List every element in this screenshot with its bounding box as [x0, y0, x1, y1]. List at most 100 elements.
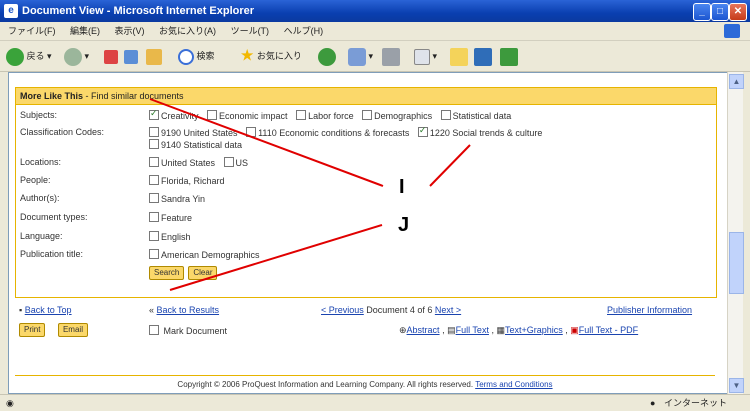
back-to-top-link[interactable]: ▪ Back to Top — [19, 305, 72, 315]
minimize-button[interactable]: _ — [693, 3, 711, 21]
abstract-link[interactable]: Abstract — [407, 325, 440, 335]
subject-option[interactable]: Demographics — [362, 110, 432, 121]
scroll-up-icon[interactable]: ▲ — [729, 74, 744, 89]
subjects-label: Subjects: — [20, 110, 58, 120]
home-icon — [146, 48, 162, 65]
back-button[interactable]: 戻る ▾ — [6, 46, 52, 66]
document-type-option[interactable]: Feature — [149, 212, 192, 223]
maximize-button[interactable]: □ — [711, 3, 729, 21]
title-bar: e Document View - Microsoft Internet Exp… — [0, 0, 750, 22]
email-button[interactable]: Email — [57, 323, 88, 337]
menu-edit[interactable]: 編集(E) — [70, 26, 100, 36]
menu-file[interactable]: ファイル(F) — [8, 26, 56, 36]
classification-option[interactable]: 1220 Social trends & culture — [417, 125, 542, 138]
folder-icon — [450, 47, 468, 66]
author-option[interactable]: Sandra Yin — [149, 193, 205, 204]
status-bar: ◉ ● インターネット — [0, 394, 750, 411]
search-submit-button[interactable]: Search — [149, 266, 185, 280]
vertical-scrollbar[interactable]: ▲ ▼ — [727, 72, 744, 394]
text-graphics-link[interactable]: Text+Graphics — [505, 325, 563, 335]
clear-button[interactable]: Clear — [188, 266, 218, 280]
terms-link[interactable]: Terms and Conditions — [475, 380, 552, 389]
pdf-icon: ▣ — [570, 325, 579, 335]
subject-option[interactable]: Statistical data — [440, 110, 511, 121]
subject-option[interactable]: Economic impact — [207, 110, 288, 121]
checkbox[interactable] — [149, 231, 159, 241]
panel-header: More Like This - Find similar documents — [16, 88, 716, 105]
checkbox[interactable] — [149, 193, 159, 203]
zone-text: インターネット — [664, 398, 728, 408]
scroll-down-icon[interactable]: ▼ — [729, 378, 744, 393]
checkbox[interactable] — [440, 110, 451, 120]
checkbox[interactable] — [149, 157, 159, 167]
location-option[interactable]: United States — [149, 157, 215, 168]
checkbox[interactable] — [149, 212, 159, 222]
document-types-label: Document types: — [20, 212, 88, 222]
next-link[interactable]: Next > — [435, 305, 461, 315]
document-count: Document 4 of 6 — [366, 305, 433, 315]
menu-view[interactable]: 表示(V) — [115, 26, 145, 36]
subject-option[interactable]: Labor force — [296, 110, 354, 121]
language-label: Language: — [20, 231, 63, 241]
search-button[interactable]: 検索 — [178, 46, 215, 66]
classification-option[interactable]: 9190 United States — [149, 127, 238, 138]
stop-button[interactable] — [104, 46, 118, 66]
full-text-pdf-link[interactable]: Full Text - PDF — [579, 325, 638, 335]
previous-link[interactable]: < Previous — [321, 305, 364, 315]
location-option[interactable]: US — [223, 157, 248, 168]
checkbox[interactable] — [149, 325, 159, 335]
text-graphics-icon: ▦ — [496, 325, 505, 335]
language-option[interactable]: English — [149, 231, 191, 242]
forward-button[interactable]: ▾ — [64, 46, 89, 66]
menu-favorites[interactable]: お気に入り(A) — [159, 26, 216, 36]
folder-button[interactable] — [450, 46, 468, 66]
copyright-text: Copyright © 2006 ProQuest Information an… — [177, 380, 474, 389]
mail-icon — [348, 47, 366, 66]
print-button[interactable]: Print — [19, 323, 46, 337]
history-icon — [318, 47, 336, 66]
mark-document-option[interactable]: Mark Document — [149, 325, 227, 336]
copyright-bar: Copyright © 2006 ProQuest Information an… — [15, 375, 715, 389]
checkbox[interactable] — [223, 157, 234, 167]
home-button[interactable] — [146, 46, 162, 66]
full-text-icon: ▤ — [447, 325, 456, 335]
close-button[interactable]: ✕ — [729, 3, 747, 21]
checkbox[interactable] — [296, 110, 307, 120]
edit-button[interactable]: ▾ — [414, 46, 437, 66]
stop-icon — [104, 49, 118, 64]
publication-option[interactable]: American Demographics — [149, 249, 260, 260]
classification-option[interactable]: 1110 Economic conditions & forecasts — [246, 127, 409, 138]
checkbox[interactable] — [246, 127, 257, 137]
classification-option[interactable]: 9140 Statistical data — [149, 139, 242, 150]
classification-options: 9190 United States 1110 Economic conditi… — [149, 125, 548, 138]
checkbox[interactable] — [149, 175, 159, 185]
checkbox[interactable] — [207, 110, 218, 120]
research-icon — [500, 47, 518, 66]
locations-options: United States US — [149, 157, 254, 168]
people-option[interactable]: Florida, Richard — [149, 175, 225, 186]
favorites-button[interactable]: ★ お気に入り — [240, 46, 302, 66]
scroll-thumb[interactable] — [729, 232, 744, 294]
back-to-results-link[interactable]: « Back to Results — [149, 305, 219, 315]
full-text-link[interactable]: Full Text — [456, 325, 489, 335]
checkbox[interactable] — [149, 139, 159, 149]
abstract-icon: ⊕ — [399, 325, 407, 335]
refresh-button[interactable] — [124, 46, 138, 66]
checkbox[interactable] — [417, 125, 428, 137]
messenger-button[interactable] — [474, 46, 492, 66]
publisher-information-link[interactable]: Publisher Information — [607, 305, 692, 315]
checkbox[interactable] — [149, 127, 159, 137]
subject-option[interactable]: Creativity — [149, 108, 199, 121]
research-button[interactable] — [500, 46, 518, 66]
checkbox[interactable] — [362, 110, 373, 120]
menu-tools[interactable]: ツール(T) — [231, 26, 270, 36]
mail-button[interactable]: ▾ — [348, 46, 373, 66]
print-toolbar-button[interactable] — [382, 46, 400, 66]
history-button[interactable] — [318, 46, 336, 66]
print-email-actions: Print Email — [19, 323, 92, 337]
publication-title-label: Publication title: — [20, 249, 84, 259]
panel-subtitle: - Find similar documents — [83, 91, 184, 101]
checkbox[interactable] — [149, 249, 159, 259]
checkbox[interactable] — [149, 108, 159, 120]
menu-help[interactable]: ヘルプ(H) — [284, 26, 324, 36]
